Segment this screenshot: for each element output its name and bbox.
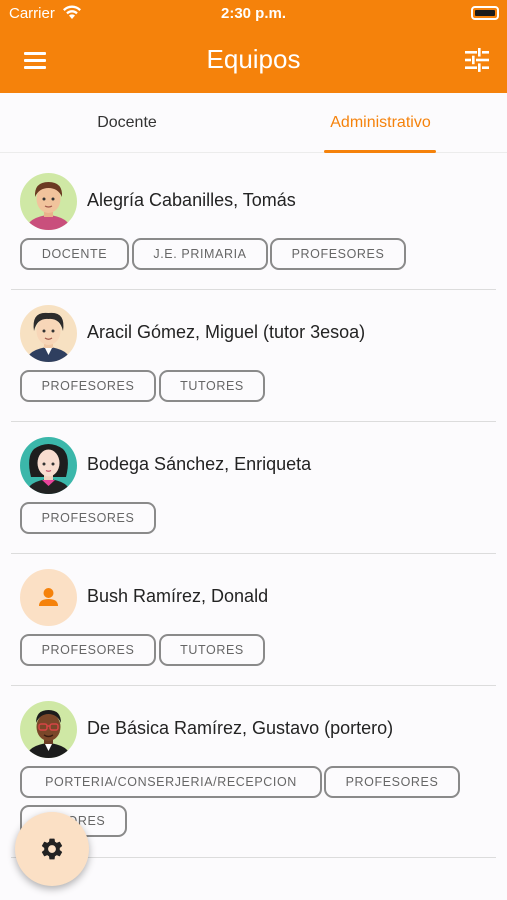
person-name: Bodega Sánchez, Enriqueta bbox=[87, 454, 312, 474]
tab-indicator bbox=[324, 150, 436, 153]
status-bar: Carrier 2:30 p.m. bbox=[0, 0, 507, 28]
avatar-woman-black-hair-icon bbox=[20, 437, 77, 494]
person-name: De Básica Ramírez, Gustavo (portero) bbox=[87, 718, 394, 738]
avatar-young-man-icon bbox=[20, 173, 77, 230]
tune-sliders-icon[interactable] bbox=[461, 44, 493, 76]
list-item[interactable]: Aracil Gómez, Miguel (tutor 3esoa) PROFE… bbox=[0, 290, 507, 422]
tag[interactable]: PORTERIA/CONSERJERIA/RECEPCION bbox=[20, 766, 322, 798]
tag[interactable]: PROFESORES bbox=[20, 634, 156, 666]
avatar-man-glasses-icon bbox=[20, 701, 77, 758]
person-name: Alegría Cabanilles, Tomás bbox=[87, 190, 296, 210]
person-name: Bush Ramírez, Donald bbox=[87, 586, 269, 606]
tag[interactable]: TUTORES bbox=[159, 634, 265, 666]
list-item[interactable]: Bodega Sánchez, Enriqueta PROFESORES bbox=[0, 422, 507, 554]
tag[interactable]: DOCENTE bbox=[20, 238, 129, 270]
tag[interactable]: PROFESORES bbox=[324, 766, 460, 798]
person-name: Aracil Gómez, Miguel (tutor 3esoa) bbox=[87, 322, 366, 342]
tab-administrativo[interactable]: Administrativo bbox=[254, 93, 507, 153]
tab-docente[interactable]: Docente bbox=[0, 93, 254, 153]
list-item[interactable]: Bush Ramírez, Donald PROFESORES TUTORES bbox=[0, 554, 507, 686]
tag[interactable]: PROFESORES bbox=[20, 502, 156, 534]
settings-fab-button[interactable] bbox=[15, 812, 89, 886]
team-list: Alegría Cabanilles, Tomás DOCENTE J.E. P… bbox=[0, 158, 507, 858]
tab-bar: Docente Administrativo bbox=[0, 93, 507, 153]
tag[interactable]: PROFESORES bbox=[270, 238, 406, 270]
person-placeholder-icon bbox=[20, 569, 77, 626]
app-bar: Equipos bbox=[0, 28, 507, 93]
avatar-man-dark-hair-icon bbox=[20, 305, 77, 362]
list-item[interactable]: Alegría Cabanilles, Tomás DOCENTE J.E. P… bbox=[0, 158, 507, 290]
battery-icon bbox=[471, 6, 499, 20]
tag[interactable]: TUTORES bbox=[159, 370, 265, 402]
gear-icon bbox=[41, 838, 63, 860]
page-title: Equipos bbox=[206, 44, 301, 74]
clock: 2:30 p.m. bbox=[220, 5, 287, 22]
tag[interactable]: PROFESORES bbox=[20, 370, 156, 402]
tag[interactable]: J.E. PRIMARIA bbox=[132, 238, 268, 270]
